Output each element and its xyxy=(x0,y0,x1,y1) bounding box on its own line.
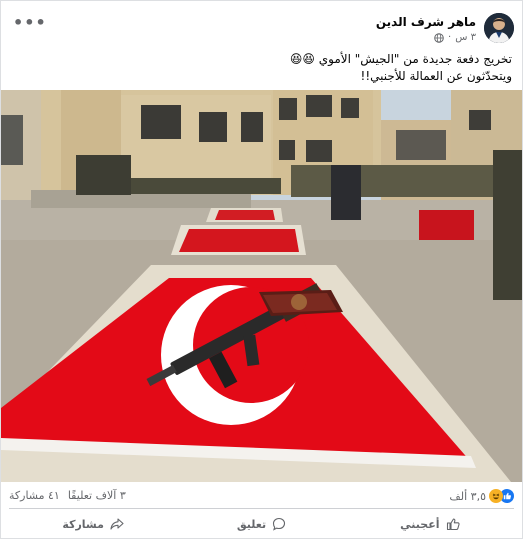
post-time[interactable]: ٣ س xyxy=(455,32,476,43)
comment-label: تعليق xyxy=(236,517,267,531)
post-header: ماهر شرف الدين ٣ س · ••• xyxy=(9,13,514,53)
comment-icon xyxy=(273,517,286,531)
post-text-line-2: ويتحدّثون عن العمالة للأجنبي!! xyxy=(360,69,512,83)
avatar-image xyxy=(484,13,514,43)
comments-count[interactable]: ٣ آلاف تعليقًا xyxy=(68,489,126,502)
post-meta: ٣ س · xyxy=(434,32,476,43)
separator-dot: · xyxy=(448,32,452,43)
haha-reaction-icon xyxy=(489,489,503,503)
author-avatar[interactable] xyxy=(484,13,514,43)
globe-icon xyxy=(434,32,444,43)
share-label: مشاركة xyxy=(62,517,104,531)
divider xyxy=(9,508,514,509)
author-name[interactable]: ماهر شرف الدين xyxy=(376,15,476,29)
engagement-counts: ٤١ مشاركة ٣ آلاف تعليقًا xyxy=(9,489,126,502)
like-button[interactable]: أعجبني xyxy=(346,513,514,535)
post-actions: أعجبني تعليق مشاركة xyxy=(9,513,514,535)
post-text: تخريج دفعة جديدة من "الجيش" الأموي 😆😆 وي… xyxy=(11,51,512,85)
share-button[interactable]: مشاركة xyxy=(9,513,177,535)
thumbs-up-icon xyxy=(446,518,460,531)
more-options-button[interactable]: ••• xyxy=(13,13,47,32)
share-icon xyxy=(110,518,124,530)
reactions-count: ٣,٥ ألف xyxy=(449,489,486,503)
photo-graduation-ceremony xyxy=(1,90,522,482)
post-photo[interactable] xyxy=(1,90,522,482)
post-stats: ٤١ مشاركة ٣ آلاف تعليقًا ٣,٥ ألف xyxy=(9,489,514,505)
shares-count[interactable]: ٤١ مشاركة xyxy=(9,489,60,502)
reactions-summary[interactable]: ٣,٥ ألف xyxy=(449,489,514,503)
post-text-line-1: تخريج دفعة جديدة من "الجيش" الأموي 😆😆 xyxy=(289,52,512,66)
facebook-post: ماهر شرف الدين ٣ س · ••• تخريج دفعة جديد… xyxy=(0,0,523,539)
comment-button[interactable]: تعليق xyxy=(177,513,345,535)
like-label: أعجبني xyxy=(400,517,440,531)
